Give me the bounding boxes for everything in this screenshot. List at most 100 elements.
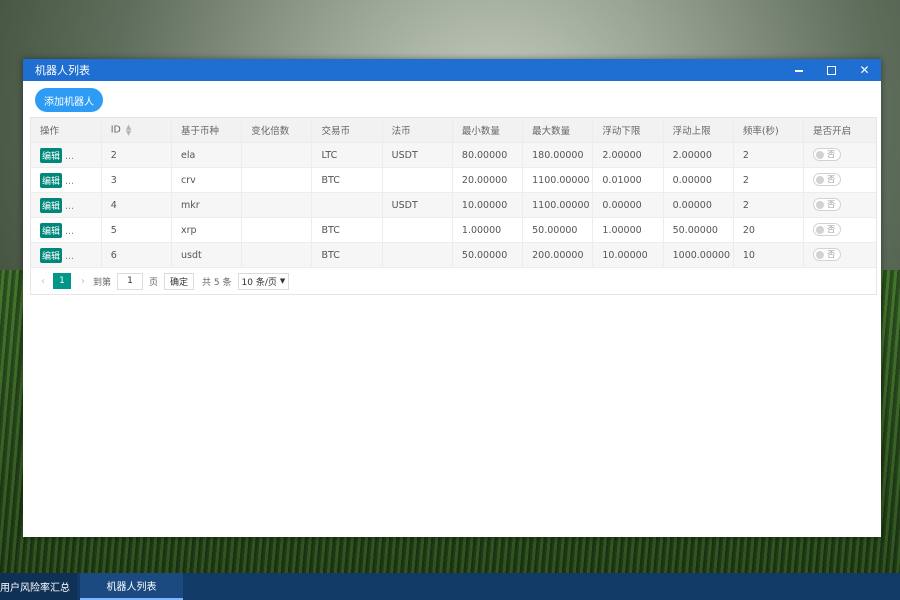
- next-page-icon[interactable]: ›: [81, 276, 85, 287]
- table-header-row: 操作 ID ▲ ▼ 基于币种 变化倍数 交易币 法币 最小数量 最大数量 浮动下限 …: [31, 118, 876, 143]
- header-fiat: 法币: [382, 118, 453, 143]
- edit-button[interactable]: 编辑: [40, 222, 63, 238]
- more-actions[interactable]: ...: [65, 201, 74, 212]
- chevron-down-icon: ▼: [279, 277, 286, 285]
- taskbar-item-robot-list[interactable]: 机器人列表: [80, 573, 183, 600]
- enabled-toggle[interactable]: 否: [813, 198, 842, 212]
- edit-button[interactable]: 编辑: [40, 197, 63, 213]
- cell-id: 4: [101, 192, 172, 218]
- cell-fiat: [382, 242, 453, 268]
- cell-fiat: USDT: [382, 192, 453, 218]
- header-float-high: 浮动上限: [663, 118, 734, 143]
- cell-multiplier: [241, 217, 313, 243]
- header-multiplier: 变化倍数: [241, 118, 313, 143]
- cell-action: 编辑...: [31, 167, 102, 193]
- cell-action: 编辑...: [31, 142, 102, 168]
- cell-base-coin: mkr: [171, 192, 243, 218]
- cell-trade-coin: BTC: [311, 167, 383, 193]
- cell-max-qty: 1100.00000: [522, 167, 594, 193]
- add-robot-button[interactable]: 添加机器人: [35, 88, 103, 112]
- cell-trade-coin: BTC: [311, 217, 383, 243]
- cell-fiat: USDT: [382, 142, 453, 168]
- cell-frequency: 2: [733, 142, 805, 168]
- maximize-button[interactable]: [815, 59, 848, 81]
- table-row: 编辑... 2 ela LTC USDT 80.00000 180.00000 2.00000…: [31, 142, 876, 168]
- cell-min-qty: 50.00000: [452, 242, 524, 268]
- edit-button[interactable]: 编辑: [40, 247, 63, 263]
- window-titlebar[interactable]: 机器人列表 ✕: [23, 59, 881, 81]
- taskbar-item-risk-summary[interactable]: 用户风险率汇总: [0, 573, 77, 600]
- cell-max-qty: 1100.00000: [522, 192, 594, 218]
- more-actions[interactable]: ...: [65, 226, 74, 237]
- table-row: 编辑... 5 xrp BTC 1.00000 50.00000 1.00000 50.000…: [31, 217, 876, 243]
- taskbar: 用户风险率汇总 机器人列表: [0, 573, 900, 600]
- cell-id: 5: [101, 217, 172, 243]
- page-1-button[interactable]: 1: [53, 273, 71, 289]
- cell-frequency: 2: [733, 167, 805, 193]
- cell-max-qty: 200.00000: [522, 242, 594, 268]
- cell-id: 6: [101, 242, 172, 268]
- cell-base-coin: ela: [171, 142, 243, 168]
- cell-frequency: 10: [733, 242, 805, 268]
- header-action: 操作: [31, 118, 102, 143]
- cell-float-low: 0.01000: [592, 167, 664, 193]
- header-min-qty: 最小数量: [452, 118, 524, 143]
- cell-multiplier: [241, 167, 313, 193]
- total-count: 共 5 条: [202, 277, 232, 288]
- goto-page-input[interactable]: 1: [117, 272, 144, 290]
- header-base-coin: 基于币种: [171, 118, 243, 143]
- close-icon: ✕: [859, 63, 870, 77]
- cell-multiplier: [241, 242, 313, 268]
- cell-min-qty: 1.00000: [452, 217, 524, 243]
- cell-fiat: [382, 167, 453, 193]
- pagination: ‹ 1 › 到第 1 页 确定 共 5 条 10 条/页 ▼: [31, 269, 876, 293]
- robot-table: 操作 ID ▲ ▼ 基于币种 变化倍数 交易币 法币 最小数量 最大数量 浮动下限 …: [30, 117, 877, 295]
- goto-confirm-button[interactable]: 确定: [164, 272, 195, 290]
- cell-multiplier: [241, 142, 313, 168]
- more-actions[interactable]: ...: [65, 151, 74, 162]
- cell-multiplier: [241, 192, 313, 218]
- edit-button[interactable]: 编辑: [40, 172, 63, 188]
- close-button[interactable]: ✕: [848, 59, 881, 81]
- cell-float-high: 50.00000: [663, 217, 734, 243]
- cell-float-high: 2.00000: [663, 142, 734, 168]
- edit-button[interactable]: 编辑: [40, 147, 63, 163]
- cell-fiat: [382, 217, 453, 243]
- header-float-low: 浮动下限: [592, 118, 664, 143]
- header-id[interactable]: ID ▲ ▼: [101, 118, 172, 143]
- enabled-toggle[interactable]: 否: [813, 173, 842, 187]
- sort-icon[interactable]: ▲ ▼: [126, 124, 131, 137]
- cell-float-high: 0.00000: [663, 192, 734, 218]
- cell-min-qty: 10.00000: [452, 192, 524, 218]
- cell-id: 2: [101, 142, 172, 168]
- cell-float-low: 1.00000: [592, 217, 664, 243]
- minimize-icon: [794, 70, 803, 72]
- toggle-knob: [816, 175, 825, 184]
- more-actions[interactable]: ...: [65, 251, 74, 262]
- cell-base-coin: usdt: [171, 242, 243, 268]
- enabled-toggle[interactable]: 否: [813, 223, 842, 237]
- page-size-select[interactable]: 10 条/页 ▼: [237, 272, 290, 290]
- toggle-knob: [816, 250, 825, 259]
- cell-base-coin: xrp: [171, 217, 243, 243]
- robot-list-window: 机器人列表 ✕ 添加机器人 操作 ID ▲ ▼ 基于币种 变化倍数 交易币 法币 最…: [23, 59, 881, 537]
- more-actions[interactable]: ...: [65, 176, 74, 187]
- enabled-toggle[interactable]: 否: [813, 248, 842, 262]
- enabled-toggle[interactable]: 否: [813, 148, 842, 162]
- cell-min-qty: 80.00000: [452, 142, 524, 168]
- cell-action: 编辑...: [31, 192, 102, 218]
- cell-float-low: 10.00000: [592, 242, 664, 268]
- header-trade-coin: 交易币: [311, 118, 383, 143]
- cell-frequency: 20: [733, 217, 805, 243]
- cell-min-qty: 20.00000: [452, 167, 524, 193]
- cell-action: 编辑...: [31, 242, 102, 268]
- prev-page-icon[interactable]: ‹: [41, 276, 45, 287]
- cell-enabled: 否: [803, 217, 876, 243]
- minimize-button[interactable]: [782, 59, 815, 81]
- page-unit-label: 页: [149, 277, 159, 288]
- table-row: 编辑... 4 mkr USDT 10.00000 1100.00000 0.00000 0.…: [31, 192, 876, 218]
- cell-enabled: 否: [803, 192, 876, 218]
- header-enabled: 是否开启: [803, 118, 876, 143]
- cell-enabled: 否: [803, 142, 876, 168]
- table-row: 编辑... 3 crv BTC 20.00000 1100.00000 0.01000 0.0…: [31, 167, 876, 193]
